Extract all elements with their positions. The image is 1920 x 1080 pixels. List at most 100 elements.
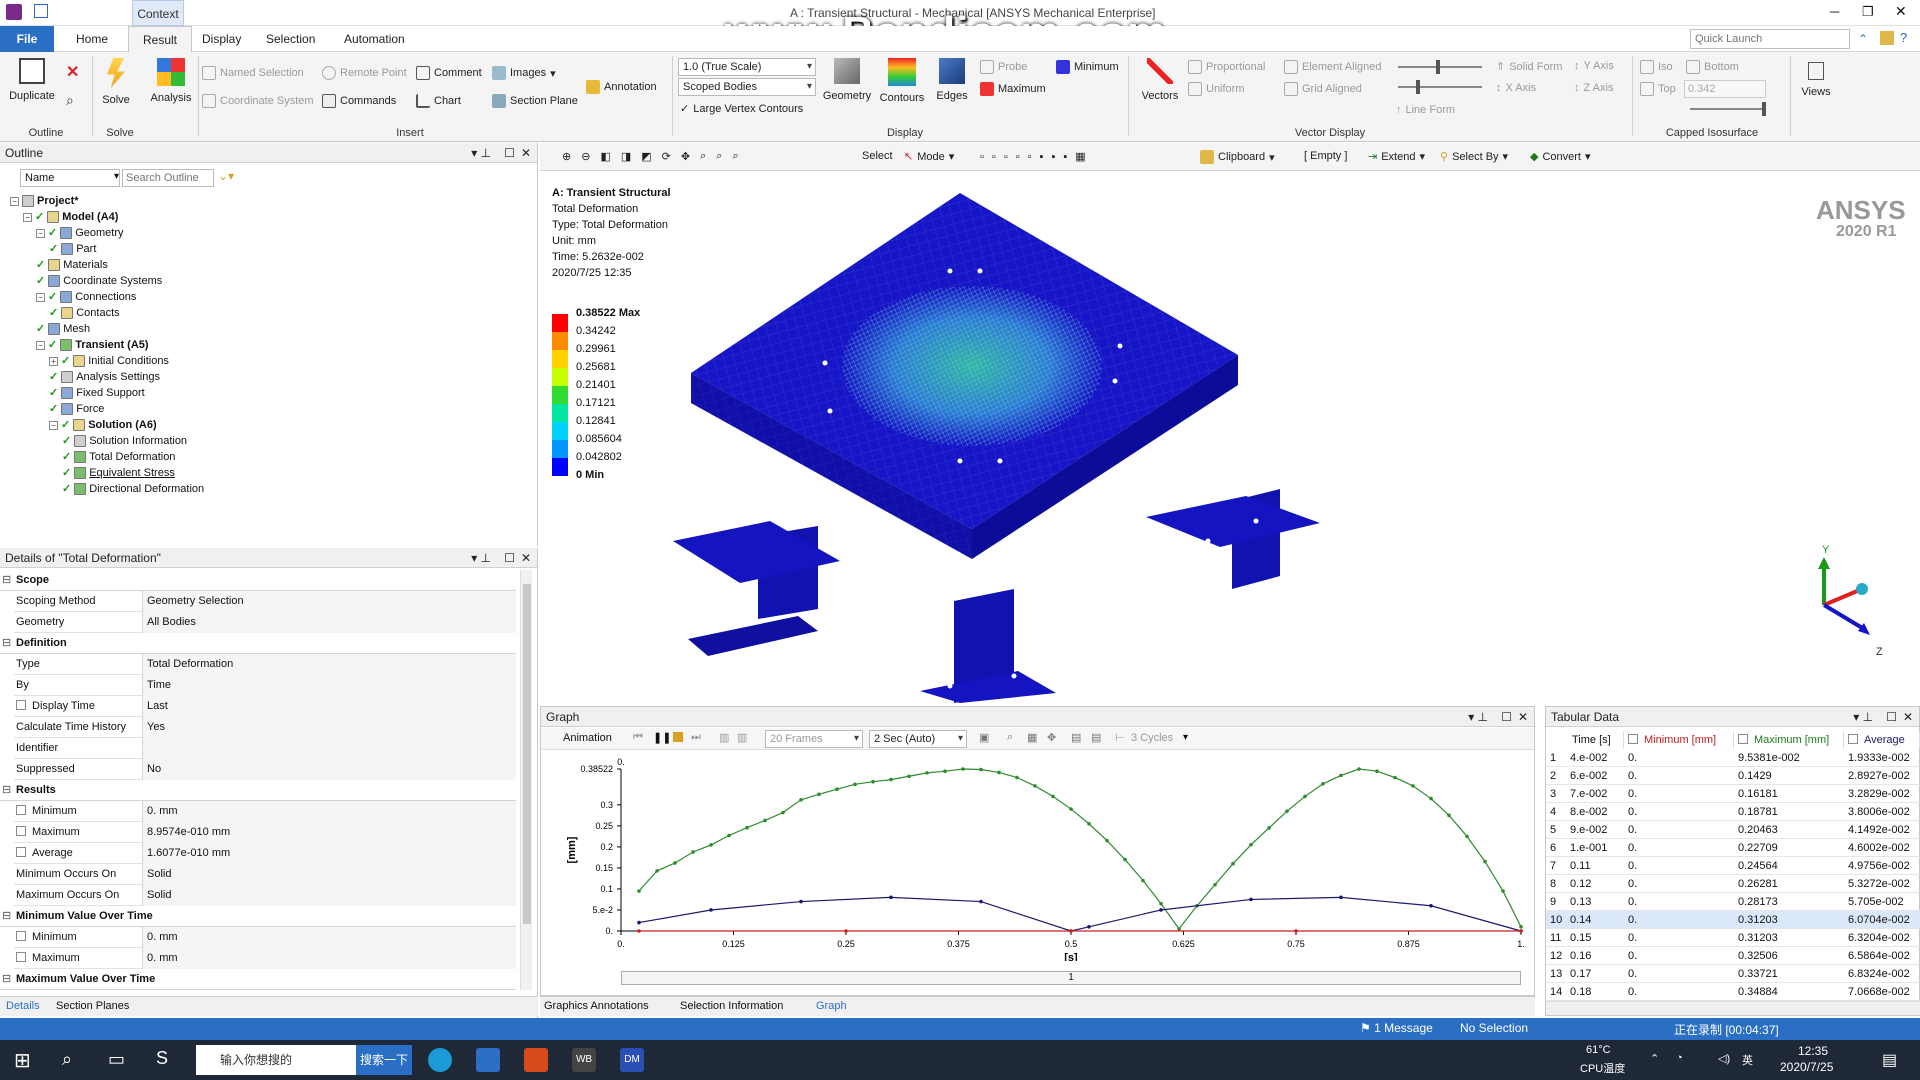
data-point[interactable] (979, 899, 983, 904)
data-point[interactable] (1249, 842, 1253, 847)
notes-icon[interactable] (1880, 31, 1894, 45)
pin-icon[interactable]: ▾ ⊥ (1853, 707, 1873, 727)
tabular-horizontal-scrollbar[interactable] (1546, 1001, 1920, 1015)
data-point[interactable] (1249, 897, 1253, 902)
data-point[interactable] (1069, 807, 1073, 811)
geometry-button[interactable]: Geometry (820, 58, 874, 102)
data-point[interactable] (1429, 796, 1433, 801)
commands-button[interactable]: Commands (322, 94, 396, 108)
tree-expander-icon[interactable]: + (49, 356, 58, 366)
save-icon[interactable] (34, 4, 48, 18)
rotate-icon[interactable]: ⟳ (662, 150, 671, 163)
tab-section-planes[interactable]: Section Planes (56, 1000, 129, 1012)
baidu-icon[interactable]: S (156, 1048, 168, 1069)
close-panel-icon[interactable]: ✕ (521, 548, 531, 568)
details-row-value[interactable]: Time (142, 675, 516, 696)
clipboard-dropdown[interactable]: Clipboard ▾ (1200, 150, 1275, 164)
data-point[interactable] (1339, 895, 1343, 900)
details-row[interactable]: Maximum 8.9574e-010 mm (14, 822, 516, 843)
data-point[interactable] (1015, 775, 1019, 780)
name-filter-dropdown[interactable]: Name (20, 169, 120, 187)
tree-node[interactable]: ✓ Solution Information (62, 433, 187, 449)
uniform-button[interactable]: Uniform (1188, 82, 1245, 96)
coordinate-triad[interactable] (1818, 557, 1870, 635)
details-section[interactable]: Maximum Value Over Time (0, 969, 516, 990)
scrollbar-thumb[interactable] (523, 584, 531, 924)
probe-button[interactable]: Probe (980, 60, 1027, 74)
taskbar-search-button[interactable]: 搜索一下 (356, 1045, 412, 1075)
isosurface-slider[interactable] (1690, 108, 1766, 110)
search-icon[interactable]: ⌕ (66, 92, 74, 109)
element-face-filter-icon[interactable]: ▪ (1051, 151, 1055, 163)
column-maximum[interactable]: Maximum [mm] (1734, 731, 1844, 749)
data-point[interactable] (907, 774, 911, 779)
cube-shaded-icon[interactable]: ◨ (621, 150, 631, 163)
clock-time[interactable]: 12:35 (1798, 1044, 1828, 1058)
cycles-icon[interactable]: ⊢ (1115, 731, 1125, 744)
data-point[interactable] (1087, 821, 1091, 826)
minimize-button[interactable]: ─ (1830, 4, 1839, 19)
tree-expander-icon[interactable]: − (10, 196, 19, 206)
data-point[interactable] (844, 929, 848, 933)
table-row[interactable]: 5 9.e-002 0. 0.20463 4.1492e-002 (1546, 821, 1920, 839)
help-icon[interactable]: ? (1900, 30, 1907, 45)
comment-button[interactable]: Comment (416, 66, 482, 80)
details-row[interactable]: Type Total Deformation (14, 654, 516, 675)
data-point[interactable] (1429, 903, 1433, 908)
tree-node[interactable]: ✓ Part (49, 241, 96, 257)
data-point[interactable] (1294, 929, 1298, 933)
data-point[interactable] (1303, 794, 1307, 799)
details-row[interactable]: Scoping Method Geometry Selection (14, 591, 516, 612)
zoom-icon[interactable]: ⌕ (700, 150, 706, 163)
data-point[interactable] (1213, 882, 1217, 887)
tree-expander-icon[interactable]: − (23, 212, 32, 222)
tree-expander-icon[interactable]: − (36, 340, 45, 350)
zoom-out-icon[interactable]: ⊖ (581, 150, 590, 163)
zoom-box-icon[interactable]: ⌕ (716, 150, 722, 163)
node-filter-icon[interactable]: ▫ (1028, 151, 1032, 163)
tree-node[interactable]: + ✓ Initial Conditions (49, 353, 169, 369)
powerpoint-icon[interactable] (524, 1048, 548, 1072)
duration-dropdown[interactable]: 2 Sec (Auto) (869, 730, 967, 748)
table-row[interactable]: 11 0.15 0. 0.31203 6.3204e-002 (1546, 929, 1920, 947)
proportional-button[interactable]: Proportional (1188, 60, 1265, 74)
windows-start-icon[interactable]: ⊞ (14, 1048, 31, 1073)
column-checkbox[interactable] (1848, 734, 1858, 744)
data-point[interactable] (1285, 809, 1289, 813)
data-point[interactable] (871, 779, 875, 784)
notification-icon[interactable]: ▤ (1882, 1050, 1897, 1070)
data-point[interactable] (961, 767, 965, 771)
data-point[interactable] (799, 899, 803, 904)
data-point[interactable] (763, 818, 767, 823)
details-row[interactable]: Minimum 0. mm (14, 927, 516, 948)
mode-dropdown[interactable]: ↖ Mode ▾ (904, 150, 954, 164)
data-point[interactable] (1447, 813, 1451, 818)
table-row[interactable]: 7 0.11 0. 0.24564 4.9756e-002 (1546, 857, 1920, 875)
forward-icon[interactable]: ⏭ (691, 731, 701, 744)
body-filter-icon[interactable]: ▫ (1016, 151, 1020, 163)
data-point[interactable] (943, 769, 947, 773)
search-icon[interactable]: ⌕ (62, 1049, 72, 1070)
maximum-button[interactable]: Maximum (980, 82, 1046, 96)
top-value-input[interactable]: 0.342 (1684, 80, 1766, 98)
details-row[interactable]: Display Time Last (14, 696, 516, 717)
details-row-value[interactable]: Solid (142, 864, 516, 885)
data-point[interactable] (1375, 769, 1379, 773)
maximize-panel-icon[interactable]: ☐ (1501, 707, 1512, 727)
tree-node[interactable]: − ✓ Transient (A5) (36, 337, 149, 353)
data-point[interactable] (745, 825, 749, 830)
context-tab[interactable]: Context (132, 0, 184, 26)
model-graphic[interactable]: Y Z (540, 171, 1920, 703)
tree-expander-icon[interactable]: − (49, 420, 58, 430)
rewind-icon[interactable]: ⏮ (633, 731, 643, 744)
iso-button[interactable]: Iso (1640, 60, 1673, 74)
edge-filter-icon[interactable]: ▫ (992, 151, 996, 163)
series-line[interactable] (638, 896, 1522, 932)
volume-icon[interactable]: ◁) (1718, 1052, 1730, 1065)
data-point[interactable] (637, 929, 641, 933)
tree-node[interactable]: ✓ Materials (36, 257, 108, 273)
details-row-value[interactable]: 0. mm (142, 948, 516, 969)
close-panel-icon[interactable]: ✕ (1903, 707, 1913, 727)
details-checkbox[interactable] (16, 826, 26, 836)
bottom-button[interactable]: Bottom (1686, 60, 1739, 74)
